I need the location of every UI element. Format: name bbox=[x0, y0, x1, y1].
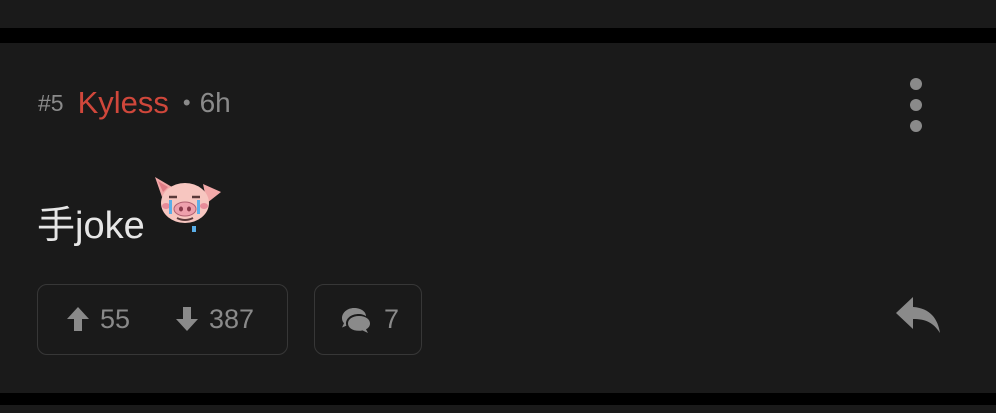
comment-header: #5 Kyless • 6h bbox=[38, 85, 231, 121]
comments-button[interactable]: 7 bbox=[314, 284, 422, 355]
comment-age: 6h bbox=[199, 87, 231, 118]
arrow-up-icon bbox=[67, 307, 89, 331]
comment-body: 手joke bbox=[37, 177, 222, 247]
pig-face-emoji bbox=[154, 177, 221, 232]
more-options-icon[interactable] bbox=[902, 78, 930, 132]
arrow-down-icon bbox=[176, 307, 198, 331]
chat-bubbles-icon bbox=[342, 307, 370, 333]
comment-text: 手joke bbox=[37, 204, 145, 247]
upvote-count: 55 bbox=[100, 303, 131, 334]
author-link[interactable]: Kyless bbox=[78, 85, 169, 121]
downvote-count: 387 bbox=[209, 303, 255, 334]
reply-icon[interactable] bbox=[895, 295, 941, 335]
previous-post-edge bbox=[0, 0, 996, 28]
downvote-button[interactable]: 387 bbox=[175, 285, 254, 353]
separator-dot: • bbox=[182, 90, 191, 115]
upvote-button[interactable]: 55 bbox=[66, 285, 130, 353]
next-post-edge bbox=[0, 405, 996, 413]
comment-card: #5 Kyless • 6h 手joke 55 387 7 bbox=[0, 43, 996, 393]
vote-group: 55 387 bbox=[37, 284, 288, 355]
comment-number: #5 bbox=[38, 89, 64, 116]
comment-count: 7 bbox=[384, 304, 400, 334]
